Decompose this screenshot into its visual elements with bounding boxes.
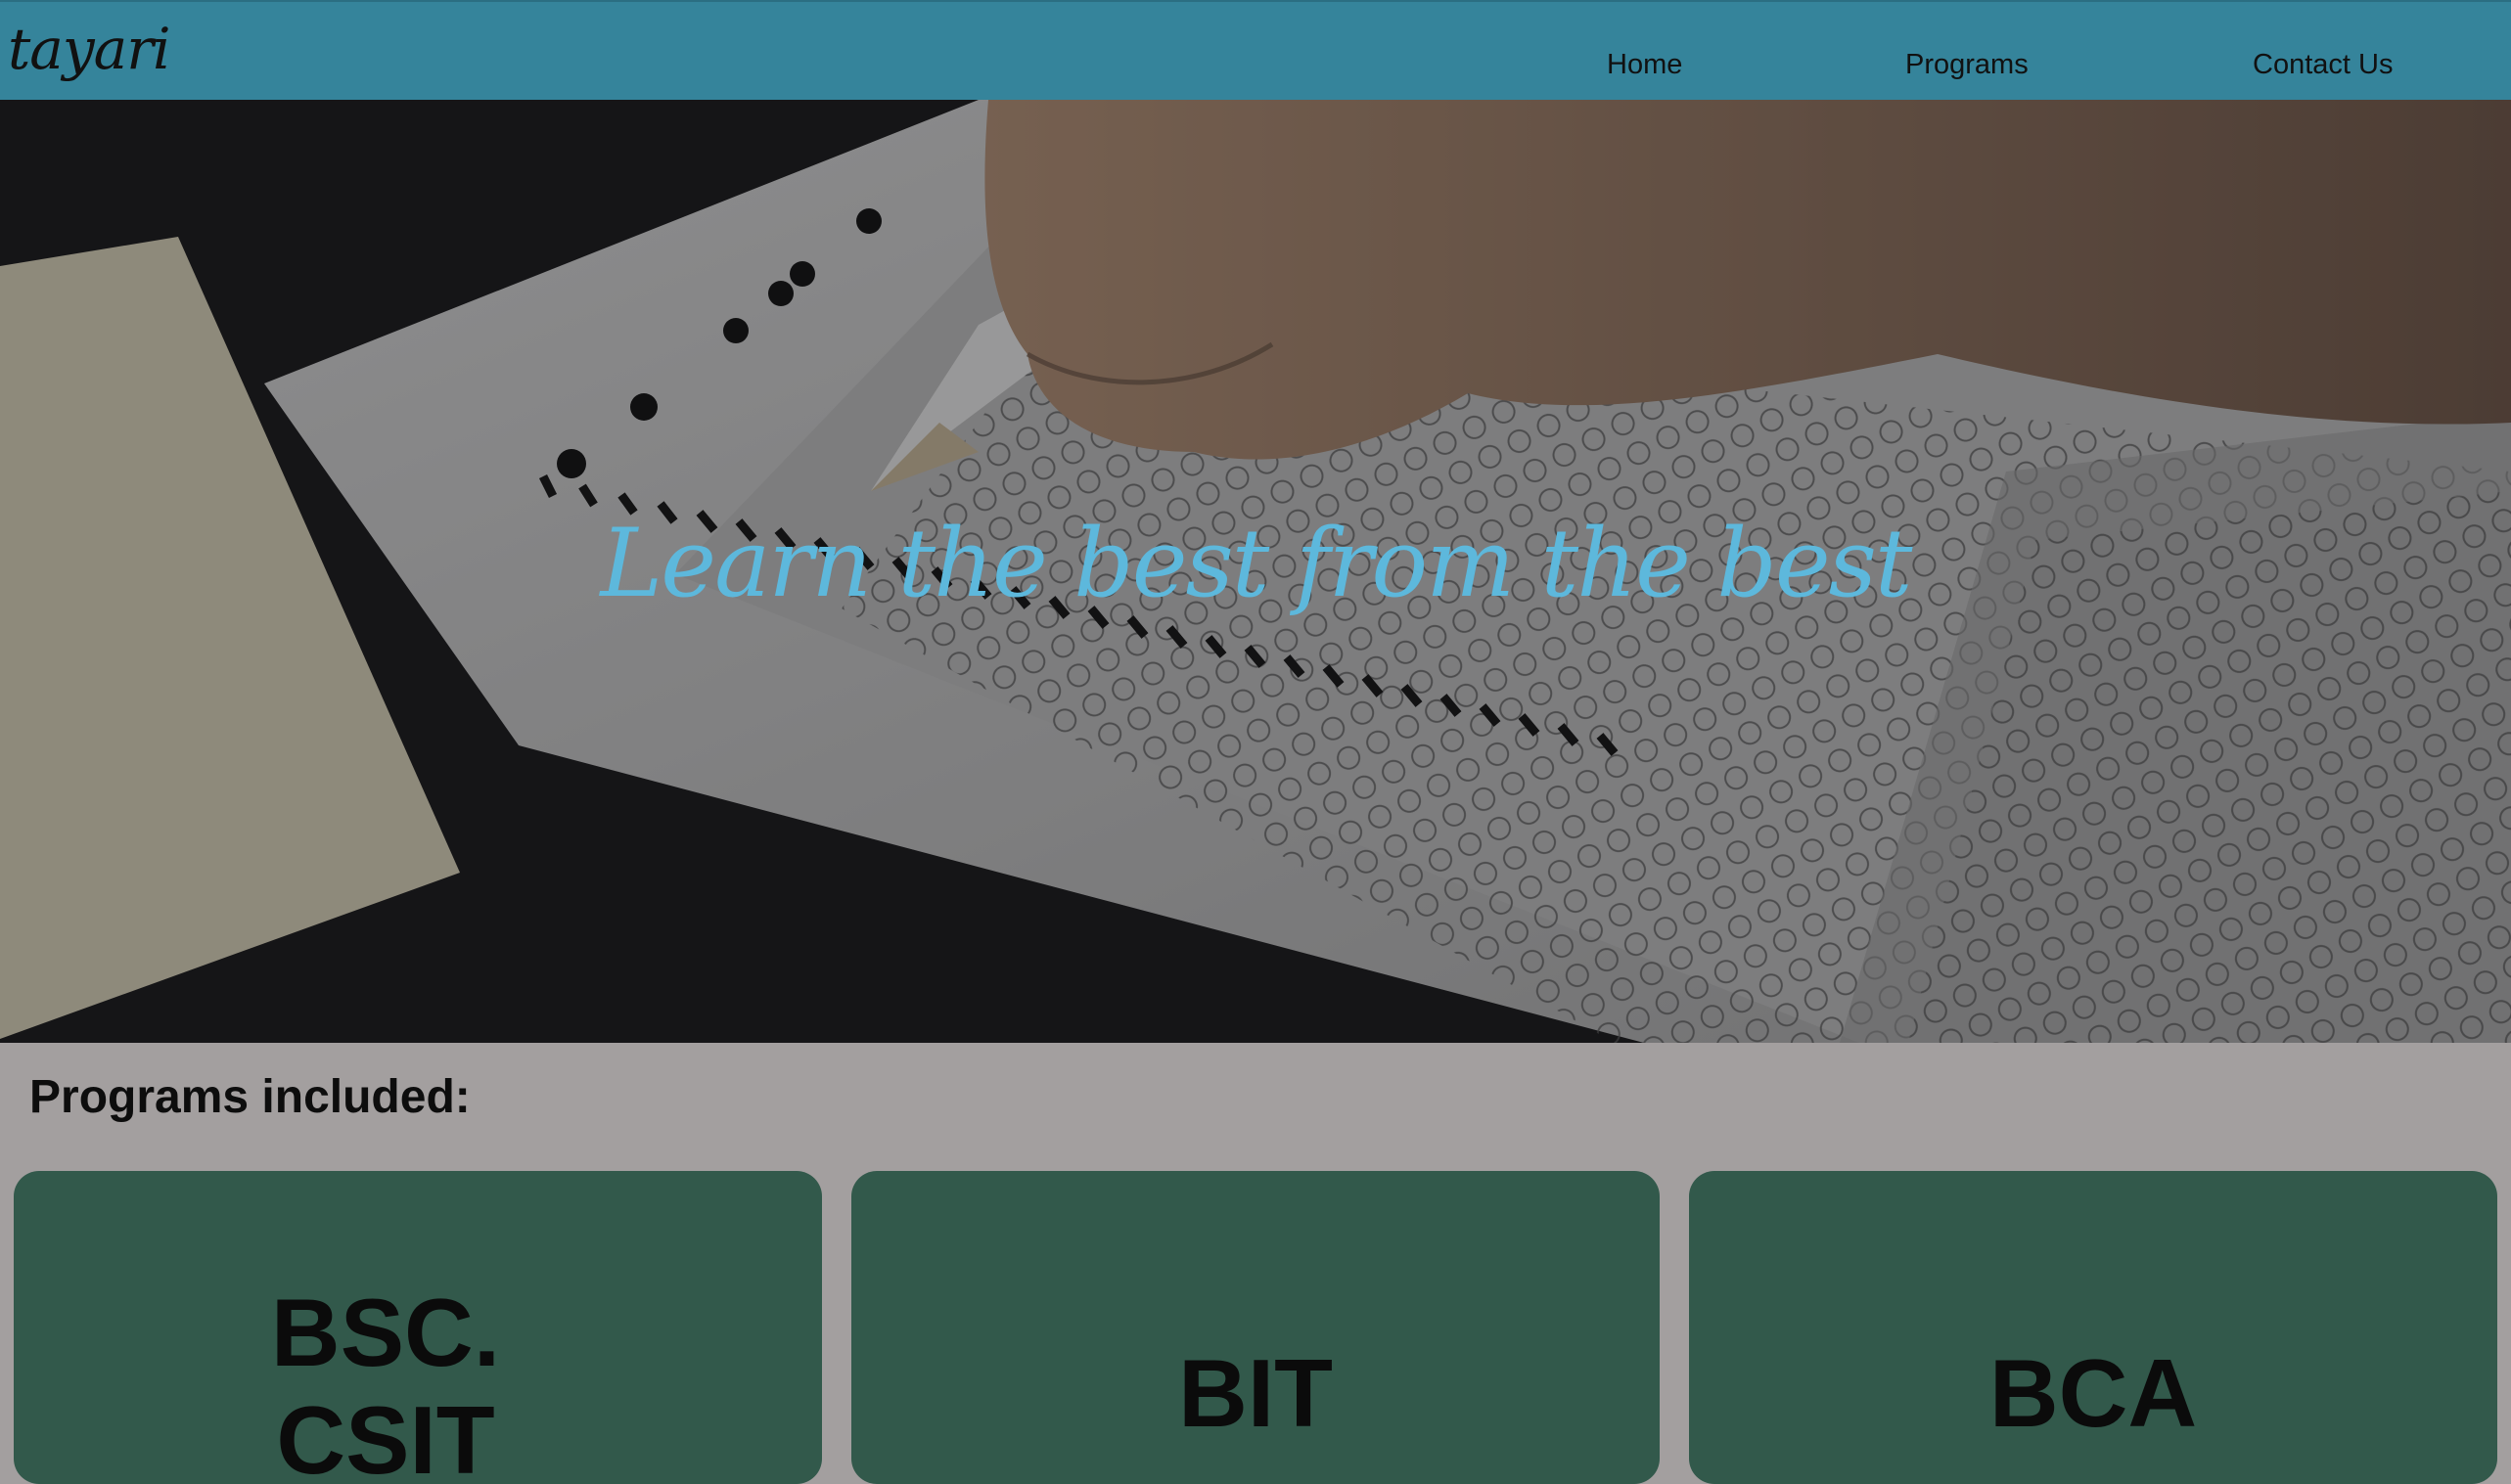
hero-banner: Learn the best from the best <box>0 100 2511 1043</box>
program-card-bca[interactable]: BCA <box>1689 1171 2497 1484</box>
program-card-label: BSC. CSIT <box>270 1279 501 1484</box>
program-card-label: BCA <box>1988 1339 2198 1447</box>
nav-link-contact[interactable]: Contact Us <box>2253 49 2393 81</box>
hero-title: Learn the best from the best <box>600 509 1913 618</box>
nav-link-programs[interactable]: Programs <box>1905 49 2029 81</box>
navbar: tayari Home Programs Contact Us <box>0 0 2511 100</box>
program-card-bsc-csit[interactable]: BSC. CSIT <box>14 1171 822 1484</box>
nav-link-home[interactable]: Home <box>1607 49 1682 81</box>
program-card-bit[interactable]: BIT <box>851 1171 1660 1484</box>
program-card-label: BIT <box>1178 1339 1333 1447</box>
programs-heading: Programs included: <box>29 1071 471 1123</box>
logo[interactable]: tayari <box>8 16 171 82</box>
